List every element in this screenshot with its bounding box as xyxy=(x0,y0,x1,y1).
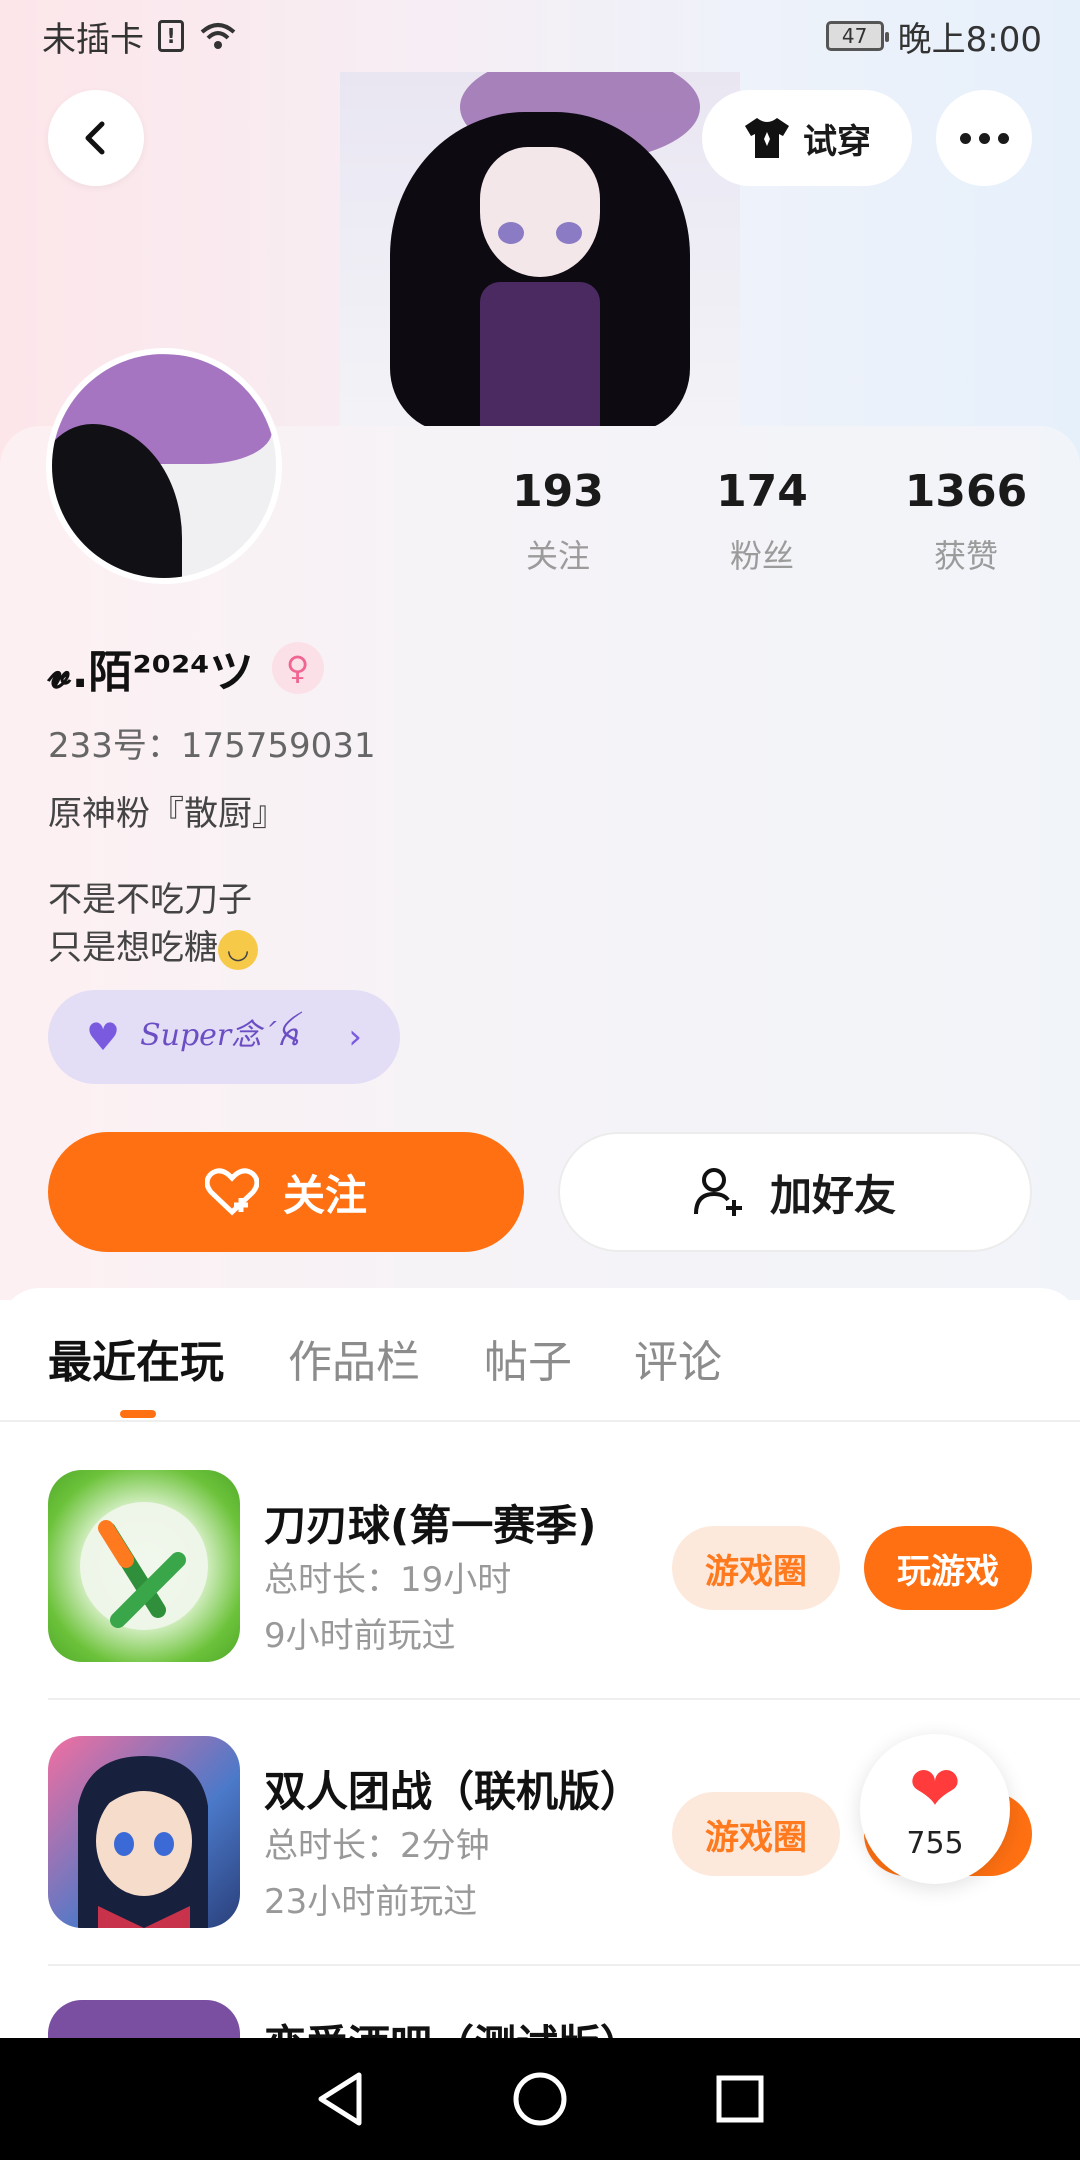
carrier-text: 未插卡 xyxy=(42,19,144,60)
chevron-right-icon: › xyxy=(348,1017,362,1057)
follow-button[interactable]: 关注 xyxy=(48,1132,524,1252)
stat-followers[interactable]: 174 粉丝 xyxy=(662,466,862,577)
stat-label: 粉丝 xyxy=(729,537,794,575)
nickname-row: 𝓿.陌²⁰²⁴ツ ♀ xyxy=(48,636,324,700)
game-list-item[interactable]: 刀刃球(第一赛季) 总时长：19小时 9小时前玩过 游戏圈 玩游戏 xyxy=(0,1470,1080,1666)
game-title: 恋爱酒吧（测试版） xyxy=(264,2012,642,2038)
nav-recents-button[interactable] xyxy=(710,2069,770,2129)
game-last-played: 9小时前玩过 xyxy=(264,1616,456,1656)
add-user-icon xyxy=(693,1168,742,1216)
tabs-divider xyxy=(0,1420,1080,1422)
circle-home-icon xyxy=(513,2072,567,2126)
wifi-icon xyxy=(200,23,236,49)
chevron-left-icon xyxy=(85,121,105,155)
tab-posts[interactable]: 帖子 xyxy=(484,1326,572,1390)
bio-line: 不是不吃刀子 xyxy=(48,880,252,920)
heart-icon: ❤ xyxy=(909,1751,961,1825)
active-tab-indicator xyxy=(120,1410,156,1418)
fan-group-tag[interactable]: ♥ Super念´ꫝ › xyxy=(48,990,400,1084)
system-navigation-bar xyxy=(0,2038,1080,2160)
stat-following[interactable]: 193 关注 xyxy=(458,466,658,577)
back-button[interactable] xyxy=(48,90,144,186)
stat-number: 193 xyxy=(512,466,604,517)
game-last-played: 23小时前玩过 xyxy=(264,1882,478,1922)
tab-comments[interactable]: 评论 xyxy=(634,1326,722,1390)
profile-tabs: 最近在玩 作品栏 帖子 评论 xyxy=(0,1326,1080,1418)
follow-label: 关注 xyxy=(282,1170,367,1220)
nav-home-button[interactable] xyxy=(510,2069,570,2129)
battery-icon: 47 xyxy=(825,21,889,51)
user-avatar[interactable] xyxy=(46,348,282,584)
purple-heart-icon: ♥ xyxy=(86,1015,121,1059)
play-game-button[interactable]: 玩游戏 xyxy=(864,1526,1032,1610)
nickname: 𝓿.陌²⁰²⁴ツ xyxy=(48,647,254,698)
triangle-back-icon xyxy=(318,2072,362,2126)
clock-text: 晚上8:00 xyxy=(897,19,1042,60)
status-bar: 未插卡 ! 47 晚上8:00 xyxy=(0,0,1080,72)
heart-plus-icon xyxy=(204,1168,259,1216)
nav-back-button[interactable] xyxy=(310,2069,370,2129)
add-friend-label: 加好友 xyxy=(769,1170,896,1220)
user-bio: 不是不吃刀子 只是想吃糖 ◡ xyxy=(48,876,258,972)
row-divider xyxy=(48,1698,1080,1700)
game-list-item[interactable]: 恋爱酒吧（测试版） xyxy=(0,2000,1080,2038)
stat-number: 174 xyxy=(716,466,808,517)
stat-number: 1366 xyxy=(904,466,1028,517)
like-count: 755 xyxy=(906,1825,964,1861)
square-recents-icon xyxy=(716,2075,764,2123)
bio-line: 只是想吃糖 xyxy=(48,928,218,968)
stat-label: 关注 xyxy=(525,537,590,575)
shirt-icon xyxy=(745,118,789,158)
stat-likes[interactable]: 1366 获赞 xyxy=(866,466,1066,577)
user-tagline: 原神粉『散厨』 xyxy=(48,794,286,834)
more-dots-icon xyxy=(959,132,1009,144)
game-circle-button[interactable]: 游戏圈 xyxy=(672,1526,840,1610)
female-gender-icon: ♀ xyxy=(271,642,324,694)
game-title: 刀刃球(第一赛季) xyxy=(264,1501,597,1550)
try-on-label: 试穿 xyxy=(803,121,871,162)
game-title: 双人团战（联机版） xyxy=(264,1767,643,1816)
game-icon-love-bar xyxy=(48,2000,240,2038)
more-options-button[interactable] xyxy=(936,90,1032,186)
sim-alert-icon: ! xyxy=(158,20,184,52)
tab-works[interactable]: 作品栏 xyxy=(288,1326,420,1390)
tab-recently-played[interactable]: 最近在玩 xyxy=(48,1326,224,1390)
try-on-button[interactable]: 试穿 xyxy=(702,90,912,186)
game-icon-blade-ball xyxy=(48,1470,240,1662)
fan-group-name: Super念´ꫝ xyxy=(140,1017,301,1053)
add-friend-button[interactable]: 加好友 xyxy=(558,1132,1032,1252)
game-circle-button[interactable]: 游戏圈 xyxy=(672,1792,840,1876)
like-float-button[interactable]: ❤ 755 xyxy=(860,1734,1010,1884)
upside-down-face-icon: ◡ xyxy=(218,929,258,970)
row-divider xyxy=(48,1964,1080,1966)
user-id: 233号：175759031 xyxy=(48,726,376,766)
character-banner-image xyxy=(340,72,740,427)
game-duration: 总时长：19小时 xyxy=(264,1560,512,1600)
game-icon-duo-battle xyxy=(48,1736,240,1928)
game-duration: 总时长：2分钟 xyxy=(264,1826,490,1866)
stat-label: 获赞 xyxy=(933,537,998,575)
